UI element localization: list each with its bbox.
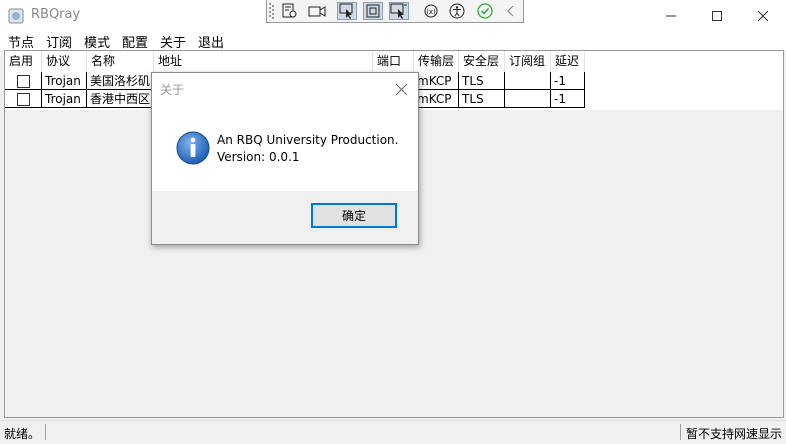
maximize-icon <box>712 10 722 21</box>
menu-about[interactable]: 关于 <box>160 32 186 51</box>
cell-protocol: Trojan <box>42 72 87 90</box>
chevron-left-icon <box>507 5 514 17</box>
about-dialog: 关于 An RBQ University Production. Version… <box>151 72 419 245</box>
collapse-toolbar-button[interactable] <box>501 2 521 20</box>
speed-status: 暂不支持网速显示 <box>686 427 783 441</box>
minimize-icon <box>666 15 676 16</box>
menu-nodes[interactable]: 节点 <box>8 32 34 51</box>
header-transport[interactable]: 传输层 <box>414 51 459 72</box>
cell-enabled <box>5 72 42 90</box>
status-bar: 就绪。 暂不支持网速显示 <box>0 420 786 444</box>
menu-subscription[interactable]: 订阅 <box>46 32 72 51</box>
cell-latency: -1 <box>551 72 585 90</box>
toolbar-grip[interactable] <box>269 3 275 19</box>
cell-protocol: Trojan <box>42 90 87 108</box>
table-header: 启用 协议 名称 地址 端口 传输层 安全层 订阅组 延迟 <box>5 51 783 73</box>
enable-checkbox[interactable] <box>17 75 30 88</box>
binding-failures-button[interactable]: (x) <box>421 2 441 20</box>
about-text-line1: An RBQ University Production. <box>217 133 399 147</box>
menu-exit[interactable]: 退出 <box>198 32 224 51</box>
menu-bar: 节点 订阅 模式 配置 关于 退出 <box>0 31 786 51</box>
cell-enabled <box>5 90 42 108</box>
header-protocol[interactable]: 协议 <box>42 51 87 72</box>
app-icon <box>8 8 24 24</box>
svg-text:(x): (x) <box>426 8 436 16</box>
status-divider <box>45 424 46 440</box>
track-focus-icon <box>390 3 407 19</box>
menu-mode[interactable]: 模式 <box>84 32 110 51</box>
header-port[interactable]: 端口 <box>373 51 414 72</box>
cell-group <box>505 90 551 108</box>
check-circle-icon <box>477 3 493 19</box>
track-focus-button[interactable] <box>389 2 409 20</box>
camera-icon <box>308 6 326 17</box>
cell-group <box>505 72 551 90</box>
close-icon <box>758 10 768 21</box>
debug-toolbar: (x) <box>266 0 524 23</box>
cell-transport: mKCP <box>414 72 459 90</box>
dialog-footer: 确定 <box>152 191 418 244</box>
info-icon <box>176 131 210 165</box>
accessibility-icon <box>449 3 465 19</box>
status-divider <box>680 424 681 440</box>
record-button[interactable] <box>307 2 327 20</box>
close-icon <box>395 83 407 95</box>
dialog-title: 关于 <box>160 83 185 97</box>
cell-security: TLS <box>459 72 505 90</box>
menu-config[interactable]: 配置 <box>122 32 148 51</box>
about-version: Version: 0.0.1 <box>217 150 300 164</box>
status-text: 就绪。 <box>4 427 41 441</box>
header-address[interactable]: 地址 <box>154 51 373 72</box>
header-name[interactable]: 名称 <box>87 51 154 72</box>
cell-latency: -1 <box>551 90 585 108</box>
layout-adorner-icon <box>366 4 380 18</box>
live-tree-icon <box>282 3 297 18</box>
enable-checkbox[interactable] <box>17 93 30 106</box>
window-title: RBQray <box>31 7 81 22</box>
close-button[interactable] <box>740 0 786 31</box>
live-tree-button[interactable] <box>279 2 299 20</box>
ok-button[interactable]: 确定 <box>311 203 397 228</box>
cell-name: 美国洛杉矶 <box>87 72 154 90</box>
cell-security: TLS <box>459 90 505 108</box>
minimize-button[interactable] <box>648 0 694 31</box>
dialog-close-button[interactable] <box>390 79 412 99</box>
scan-status-button[interactable] <box>475 2 495 20</box>
binding-icon: (x) <box>424 4 438 18</box>
cell-name: 香港中西区 <box>87 90 154 108</box>
select-element-button[interactable] <box>337 2 357 20</box>
header-enabled[interactable]: 启用 <box>5 51 42 72</box>
maximize-button[interactable] <box>694 0 740 31</box>
cell-transport: mKCP <box>414 90 459 108</box>
accessibility-button[interactable] <box>447 2 467 20</box>
select-pointer-icon <box>339 3 353 19</box>
header-latency[interactable]: 延迟 <box>551 51 585 72</box>
header-group[interactable]: 订阅组 <box>505 51 551 72</box>
header-security[interactable]: 安全层 <box>459 51 505 72</box>
display-layout-button[interactable] <box>363 2 383 20</box>
